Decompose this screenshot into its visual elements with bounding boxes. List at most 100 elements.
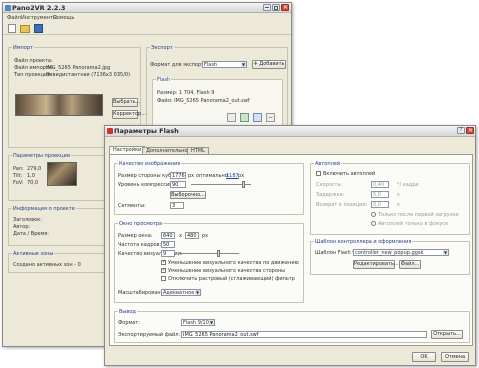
- remove-icon[interactable]: −: [266, 113, 275, 122]
- projection-type-value: Эквидистантная (7136x3 035/0): [46, 72, 131, 78]
- cube-size-label: Размер стороны кубa:: [118, 173, 176, 179]
- fps-input[interactable]: 50: [161, 241, 175, 248]
- import-group-label: Импорт: [12, 45, 34, 51]
- settings-icon[interactable]: [227, 113, 236, 122]
- return-input[interactable]: 0,0: [371, 201, 389, 208]
- tab-html[interactable]: HTML: [187, 147, 209, 154]
- corrector-button[interactable]: Корректор...: [112, 110, 146, 119]
- flash-export-item[interactable]: Flash Размер: 1 704, Flash 9 Файл: IMG_5…: [152, 77, 283, 126]
- cube-size-input[interactable]: 1776: [170, 172, 186, 179]
- delay-unit: s: [397, 192, 400, 198]
- view-thumbnail: [47, 162, 77, 186]
- focus-only-radio[interactable]: [371, 221, 376, 226]
- segments-input[interactable]: 3: [170, 202, 184, 209]
- custom-quality-button[interactable]: Выборочно...: [170, 191, 206, 199]
- export-run-icon[interactable]: [240, 113, 249, 122]
- window-width-input[interactable]: 640: [161, 232, 175, 239]
- scaling-dropdown[interactable]: Адекватное ▼: [161, 289, 201, 296]
- autoplay-group: Автоплей Включить автоплей Скорость: 0,4…: [310, 161, 470, 235]
- image-quality-group: Качество изображения Размер стороны кубa…: [114, 161, 304, 215]
- menu-bar: Файл Инструменты Помощь: [3, 14, 291, 21]
- ok-button[interactable]: OK: [412, 352, 436, 362]
- add-export-button[interactable]: ✚ Добавить: [252, 60, 286, 69]
- window-height-input[interactable]: 480: [185, 232, 199, 239]
- template-dropdown[interactable]: controller_new_popup.ggsk ▼: [353, 249, 449, 256]
- minimize-button[interactable]: [263, 4, 271, 11]
- export-format-dropdown[interactable]: Flash ▼: [202, 61, 247, 68]
- image-quality-label: Качество изображения: [118, 161, 182, 167]
- tab-advanced[interactable]: Дополнительно: [142, 147, 192, 154]
- preview-icon[interactable]: [253, 113, 262, 122]
- delay-input[interactable]: 5,0: [371, 191, 389, 198]
- compression-slider-handle[interactable]: [242, 181, 245, 188]
- info-author-label: Автор:: [13, 224, 31, 230]
- chevron-down-icon: ▼: [195, 290, 200, 295]
- cancel-button[interactable]: Отмена: [441, 352, 469, 362]
- menu-file[interactable]: Файл: [7, 15, 21, 21]
- fov-label: FoV:: [13, 180, 24, 186]
- maximize-button[interactable]: [272, 4, 280, 11]
- select-button[interactable]: Выбрать...: [112, 98, 140, 107]
- template-label: Шаблон Flash 9:: [315, 250, 358, 256]
- render-quality-slider-track[interactable]: [179, 253, 239, 254]
- main-window-title: Pano2VR 2.2.3: [12, 4, 66, 12]
- edit-template-button[interactable]: Редактировать...: [353, 260, 399, 269]
- optimal-value[interactable]: 1187: [226, 173, 239, 179]
- save-icon[interactable]: [34, 24, 43, 33]
- skin-template-label: Шаблон контроллера и оформления: [314, 239, 413, 245]
- side-quality-label: Уменьшение визуального качества стороны: [168, 268, 286, 274]
- dialog-help-button[interactable]: ?: [457, 127, 465, 134]
- template-value: controller_new_popup.ggsk: [355, 250, 424, 256]
- pan-label: Pan:: [13, 166, 24, 172]
- tilt-label: Tilt:: [13, 173, 23, 179]
- export-group-label: Экспорт: [150, 45, 174, 51]
- template-file-button[interactable]: Файл...: [399, 260, 421, 269]
- info-title-label: Заголовок:: [13, 217, 42, 223]
- new-project-icon[interactable]: [8, 24, 16, 33]
- chevron-down-icon: ▼: [209, 320, 214, 325]
- speed-label: Скорость:: [316, 182, 343, 188]
- output-format-value: Flash 9/10: [183, 320, 209, 326]
- info-date-label: Дата / Время:: [13, 231, 49, 237]
- first-load-radio[interactable]: [371, 212, 376, 217]
- main-title-bar: Pano2VR 2.2.3 ✕: [3, 3, 291, 13]
- dialog-close-button[interactable]: ✕: [466, 127, 474, 134]
- compression-input[interactable]: 90: [170, 181, 186, 188]
- output-format-dropdown[interactable]: Flash 9/10 ▼: [181, 319, 215, 326]
- menu-help[interactable]: Помощь: [53, 15, 74, 21]
- size-x-separator: x: [179, 233, 182, 239]
- close-button[interactable]: ✕: [281, 4, 289, 11]
- disable-filter-checkbox[interactable]: [161, 276, 166, 281]
- output-file-input[interactable]: IMG_5265 Panorama2_out.swf: [181, 331, 427, 338]
- compression-label: Уровень компрессии:: [118, 182, 175, 188]
- segments-label: Сегменты:: [118, 203, 146, 209]
- project-info-group: Информация о проекте Заголовок: Автор: Д…: [8, 206, 108, 246]
- flash-dialog-icon: [107, 128, 113, 134]
- optimal-label: оптимально:: [196, 173, 230, 179]
- menu-tools[interactable]: Инструменты: [21, 15, 57, 21]
- side-quality-checkbox[interactable]: [161, 267, 166, 273]
- return-unit: s: [397, 202, 400, 208]
- motion-quality-checkbox[interactable]: [161, 259, 166, 265]
- flash-size-text: Размер: 1 704, Flash 9: [157, 90, 215, 96]
- export-group: Экспорт Формат для экспорта: Flash ▼ ✚ До…: [146, 45, 288, 131]
- pan-value: 279,0: [27, 166, 42, 172]
- import-file-value: IMG_5265 Panorama2.jpg: [46, 65, 111, 71]
- export-format-value: Flash: [204, 62, 218, 68]
- open-file-button[interactable]: Открыть...: [431, 330, 463, 339]
- projection-params-label: Параметры проекции: [12, 153, 72, 159]
- add-export-label: Добавить: [259, 61, 285, 67]
- render-quality-input[interactable]: 9: [161, 250, 175, 257]
- delay-label: Задержка:: [316, 192, 345, 198]
- open-folder-icon[interactable]: [20, 25, 30, 33]
- hotspots-count-text: Создано активных зон - 0: [13, 262, 81, 268]
- project-info-label: Информация о проекте: [12, 206, 76, 212]
- flash-params-dialog: Параметры Flash ? ✕ Настройки Дополнител…: [104, 125, 476, 366]
- first-load-label: Только после первой загрузки: [378, 212, 459, 218]
- flash-item-label: Flash: [156, 77, 172, 83]
- render-quality-slider-handle[interactable]: [217, 250, 220, 257]
- focus-only-label: Автоплей только в фокусе: [378, 221, 449, 227]
- speed-input[interactable]: 0,40: [371, 181, 389, 188]
- dialog-title-bar: Параметры Flash ? ✕: [105, 126, 475, 137]
- enable-autoplay-checkbox[interactable]: [316, 171, 321, 176]
